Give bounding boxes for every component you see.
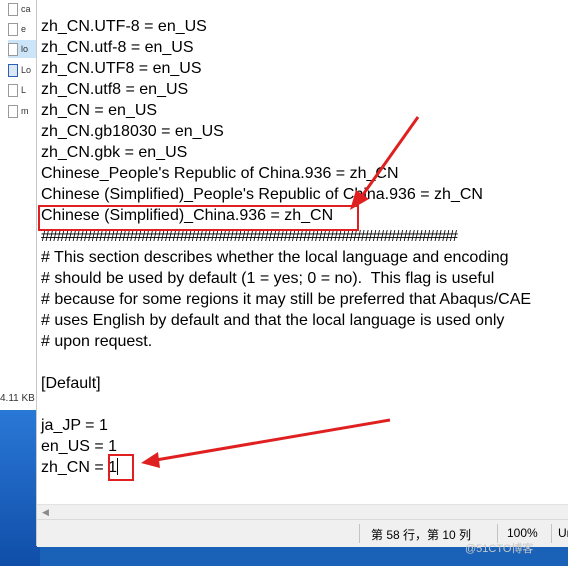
image-file-icon [8, 63, 18, 77]
editor-line: zh_CN.gb18030 = en_US [41, 123, 224, 140]
file-icon [8, 22, 18, 36]
zoom-level: 100% [507, 526, 538, 540]
editor-line: # uses English by default and that the l… [41, 312, 505, 329]
file-icon [8, 104, 18, 118]
editor-line: [Default] [41, 375, 101, 392]
notepad-window: zh_CN.UTF-8 = en_US zh_CN.utf-8 = en_US … [36, 0, 568, 547]
editor-line: zh_CN = en_US [41, 102, 158, 119]
status-divider [551, 524, 552, 543]
editor-line: # upon request. [41, 333, 153, 350]
editor-line: # This section describes whether the loc… [41, 249, 509, 266]
editor-line: zh_CN.gbk = en_US [41, 144, 188, 161]
file-icon [8, 83, 18, 97]
file-label: e [21, 24, 27, 34]
editor-line: zh_CN.utf8 = en_US [41, 81, 189, 98]
file-label: L [21, 85, 27, 95]
file-label: Lo [21, 65, 32, 75]
file-label: lo [21, 44, 29, 54]
annotation-highlight-box [38, 205, 359, 231]
editor-line: # because for some regions it may still … [41, 291, 532, 308]
editor-line-current: zh_CN = 1 [41, 457, 119, 478]
text-file-icon [8, 42, 18, 56]
cursor-position: 第 58 行，第 10 列 [371, 528, 472, 542]
editor-line: zh_CN.UTF-8 = en_US [41, 18, 207, 35]
editor-line: zh_CN.utf-8 = en_US [41, 39, 194, 56]
annotation-highlight-box [108, 454, 134, 481]
file-size-label: 4.11 KB [0, 393, 35, 404]
file-icon [8, 2, 18, 16]
file-label: m [21, 106, 29, 116]
file-label: ca [21, 4, 31, 14]
editor-line: zh_CN.UTF8 = en_US [41, 60, 202, 77]
editor-line: en_US = 1 [41, 438, 118, 455]
editor-line: Chinese (Simplified)_People's Republic o… [41, 186, 483, 203]
editor-line: # should be used by default (1 = yes; 0 … [41, 270, 495, 287]
status-divider [359, 524, 360, 543]
text-editor-area[interactable]: zh_CN.UTF-8 = en_US zh_CN.utf-8 = en_US … [37, 0, 568, 504]
background-explorer-window: ca e lo Lo L m 4.11 KB [0, 0, 40, 410]
editor-line-text: zh_CN = 1 [41, 459, 118, 476]
line-ending: Un [558, 526, 568, 540]
horizontal-scrollbar[interactable]: ◀ [37, 504, 568, 519]
watermark: @51CTO博客 [465, 543, 534, 555]
editor-line: ja_JP = 1 [41, 417, 108, 434]
desktop-wallpaper [0, 410, 40, 566]
editor-line: Chinese_People's Republic of China.936 =… [41, 165, 399, 182]
scroll-left-arrow-icon[interactable]: ◀ [42, 507, 49, 518]
